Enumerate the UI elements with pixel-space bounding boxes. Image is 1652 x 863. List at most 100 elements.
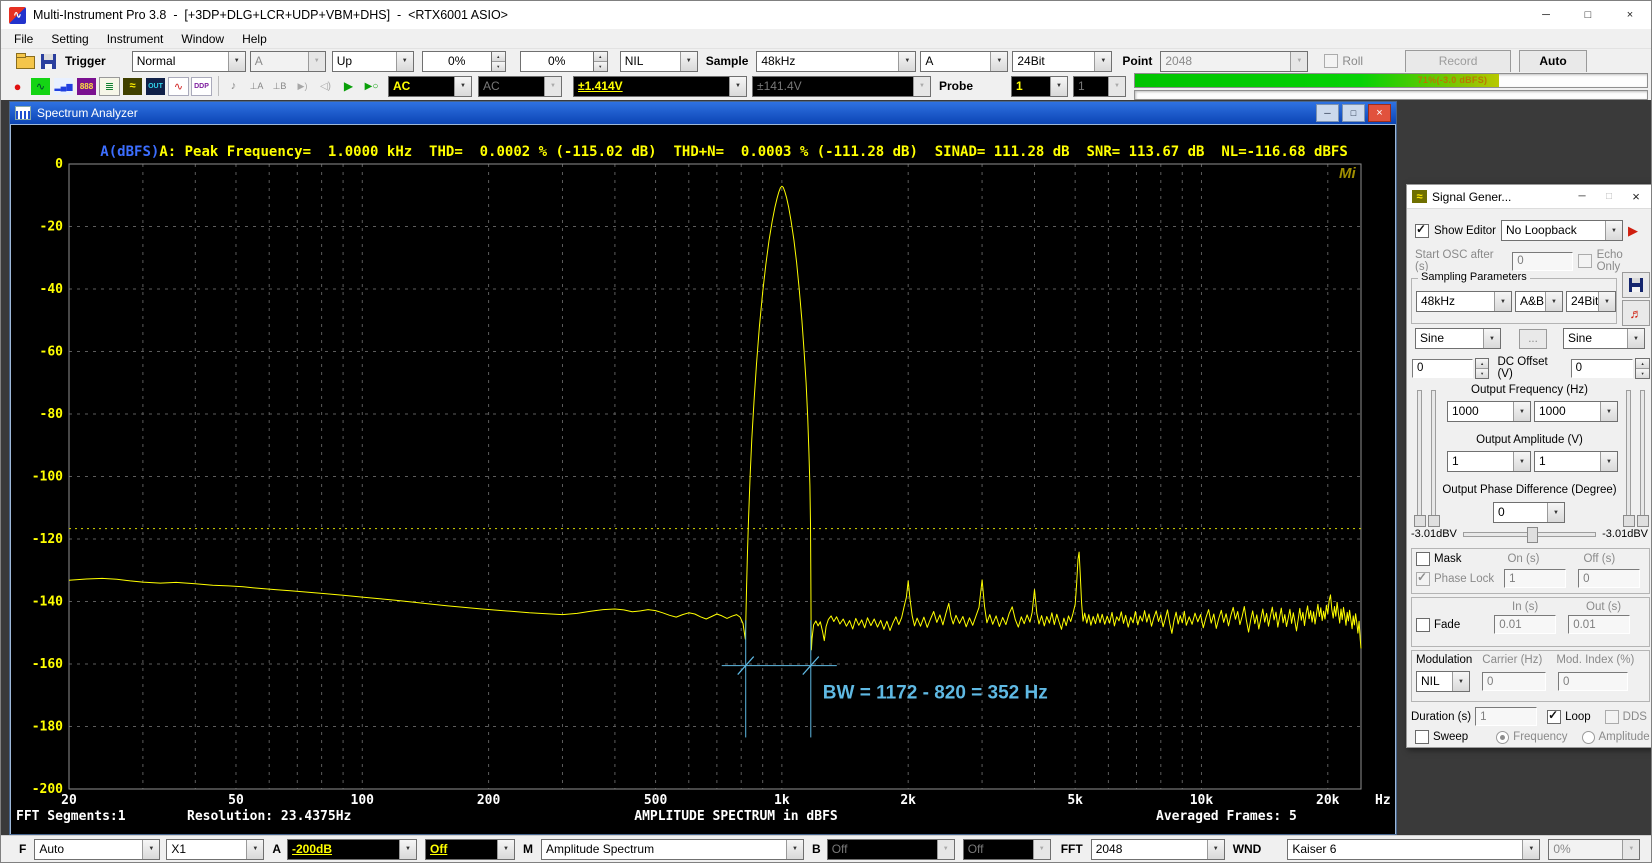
spectrum-analyzer-title-bar[interactable]: Spectrum Analyzer ─ □ × (10, 102, 1396, 124)
sg-save-button[interactable] (1622, 272, 1650, 298)
sg-run-icon[interactable]: ▶ (1628, 223, 1638, 239)
sample-rate-select[interactable]: 48kHz▼ (756, 51, 916, 72)
menu-window[interactable]: Window (172, 30, 233, 48)
trigger-frequency-rejection-select[interactable]: NIL▼ (620, 51, 698, 72)
spin-up-icon[interactable]: ▲ (1476, 359, 1489, 369)
amplitude-b-select[interactable]: 1▼ (1534, 451, 1618, 472)
sg-music-button[interactable]: ♬ (1622, 300, 1650, 326)
fade-checkbox[interactable] (1416, 618, 1430, 632)
probe-b-select: 1▼ (1073, 76, 1126, 97)
freq-axis-select[interactable]: Auto▼ (34, 839, 160, 860)
point-label: Point (1122, 54, 1152, 68)
window-function-select[interactable]: Kaiser 6▼ (1287, 839, 1540, 860)
trigger-level-spinner[interactable]: 0% ▲▼ (422, 51, 506, 72)
menu-setting[interactable]: Setting (42, 30, 97, 48)
amplitude-slider-b2[interactable] (1640, 390, 1645, 524)
range-a-display-select[interactable]: -200dB▼ (287, 839, 417, 860)
sg-channels-select[interactable]: A&B▼ (1515, 291, 1563, 312)
minimize-icon[interactable]: ─ (1525, 1, 1567, 29)
spectrum-analyzer-icon[interactable]: ▂▄▆ (53, 76, 74, 96)
loop-checkbox[interactable] (1547, 710, 1561, 724)
record-button: Record (1405, 50, 1511, 73)
amplitude-slider-b1[interactable] (1626, 390, 1631, 524)
chevron-down-icon: ▼ (454, 77, 471, 96)
signal-generator-icon[interactable]: ≈ (122, 76, 143, 96)
auto-button[interactable]: Auto (1519, 50, 1587, 73)
device-test-plan-icon[interactable]: ≣ (99, 76, 120, 96)
menu-help[interactable]: Help (233, 30, 276, 48)
trigger-mode-select[interactable]: Normal▼ (132, 51, 246, 72)
sg-minimize-icon[interactable]: ─ (1571, 188, 1593, 205)
sample-channel-select[interactable]: A▼ (920, 51, 1008, 72)
show-editor-checkbox[interactable] (1415, 224, 1429, 238)
save-file-icon[interactable] (38, 51, 59, 71)
bit-depth-select[interactable]: 24Bit▼ (1012, 51, 1112, 72)
spin-up-icon[interactable]: ▲ (1636, 359, 1649, 369)
x-tick-label: 500 (644, 793, 668, 808)
wave-library-button[interactable]: ... (1519, 329, 1547, 349)
spin-down-icon[interactable]: ▼ (594, 62, 607, 71)
roll-label: Roll (1342, 54, 1363, 68)
maximize-icon[interactable]: □ (1567, 1, 1609, 29)
sweep-checkbox[interactable] (1415, 730, 1429, 744)
multimeter-icon[interactable]: 888 (76, 76, 97, 96)
coupling-a-select[interactable]: AC▼ (388, 76, 472, 97)
spin-up-icon[interactable]: ▲ (594, 52, 607, 62)
dc-offset-b-input[interactable]: 0 (1571, 359, 1634, 378)
frequency-a-select[interactable]: 1000▼ (1447, 401, 1531, 422)
x-tick-label: 2k (900, 793, 916, 808)
child-maximize-icon[interactable]: □ (1342, 104, 1365, 122)
record-icon[interactable]: ● (7, 76, 28, 96)
trigger-delay-spinner[interactable]: 0% ▲▼ (520, 51, 608, 72)
phase-difference-select[interactable]: 0▼ (1493, 502, 1565, 523)
derived-data-icon[interactable]: OUT (145, 76, 166, 96)
chevron-down-icon: ▼ (990, 52, 1007, 71)
child-close-icon[interactable]: × (1368, 104, 1391, 122)
child-minimize-icon[interactable]: ─ (1316, 104, 1339, 122)
spectrum-curve (69, 186, 1361, 650)
loop-label: Loop (1565, 711, 1591, 723)
y-tick-label: 0 (55, 157, 63, 172)
spin-down-icon[interactable]: ▼ (1476, 369, 1489, 378)
chevron-down-icon: ▼ (1207, 840, 1224, 859)
ddp-viewer-icon[interactable]: DDP (191, 76, 212, 96)
sg-bits-select[interactable]: 24Bit▼ (1566, 291, 1616, 312)
range-a-select[interactable]: ±1.414V▼ (573, 76, 747, 97)
loopback-select[interactable]: No Loopback▼ (1501, 220, 1623, 241)
spin-down-icon[interactable]: ▼ (1636, 369, 1649, 378)
amplitude-slider-a2[interactable] (1431, 390, 1436, 524)
x-tick-label: 1k (774, 793, 790, 808)
frequency-b-select[interactable]: 1000▼ (1534, 401, 1618, 422)
amplitude-slider-a1[interactable] (1417, 390, 1422, 524)
open-file-icon[interactable] (15, 51, 36, 71)
oscilloscope-icon[interactable]: ∿ (30, 76, 51, 96)
y-tick-label: -100 (32, 470, 63, 485)
probe-label: Probe (939, 79, 973, 93)
waveform-b-select[interactable]: Sine▼ (1563, 328, 1645, 349)
dc-offset-a-input[interactable]: 0 (1412, 359, 1473, 378)
display-mode-select[interactable]: Amplitude Spectrum▼ (541, 839, 804, 860)
close-icon[interactable]: × (1609, 1, 1651, 29)
menu-file[interactable]: File (5, 30, 42, 48)
modulation-type-select[interactable]: NIL▼ (1416, 671, 1470, 692)
offset-a-select[interactable]: Off▼ (425, 839, 515, 860)
balance-slider[interactable] (1463, 532, 1596, 537)
spin-down-icon[interactable]: ▼ (492, 62, 505, 71)
menu-instrument[interactable]: Instrument (98, 30, 173, 48)
mask-checkbox[interactable] (1416, 552, 1430, 566)
probe-a-select[interactable]: 1▼ (1011, 76, 1068, 97)
data-logger-icon[interactable]: ∿ (168, 76, 189, 96)
spectrum-chart[interactable]: 0-20-40-60-80-100-120-140-160-180-200205… (11, 147, 1393, 831)
spin-up-icon[interactable]: ▲ (492, 52, 505, 62)
waveform-a-select[interactable]: Sine▼ (1415, 328, 1501, 349)
sg-sample-rate-select[interactable]: 48kHz▼ (1416, 291, 1512, 312)
signal-generator-title-bar[interactable]: ≈ Signal Gener... ─ □ × (1407, 185, 1652, 209)
fft-size-select[interactable]: 2048▼ (1091, 839, 1225, 860)
chevron-down-icon: ▼ (1605, 221, 1622, 240)
amplitude-a-select[interactable]: 1▼ (1447, 451, 1531, 472)
zoom-select[interactable]: X1▼ (166, 839, 264, 860)
run-loop-icon[interactable]: ▶○ (361, 76, 382, 96)
sg-close-icon[interactable]: × (1625, 188, 1647, 205)
trigger-edge-select[interactable]: Up▼ (332, 51, 414, 72)
run-icon[interactable]: ▶ (338, 76, 359, 96)
